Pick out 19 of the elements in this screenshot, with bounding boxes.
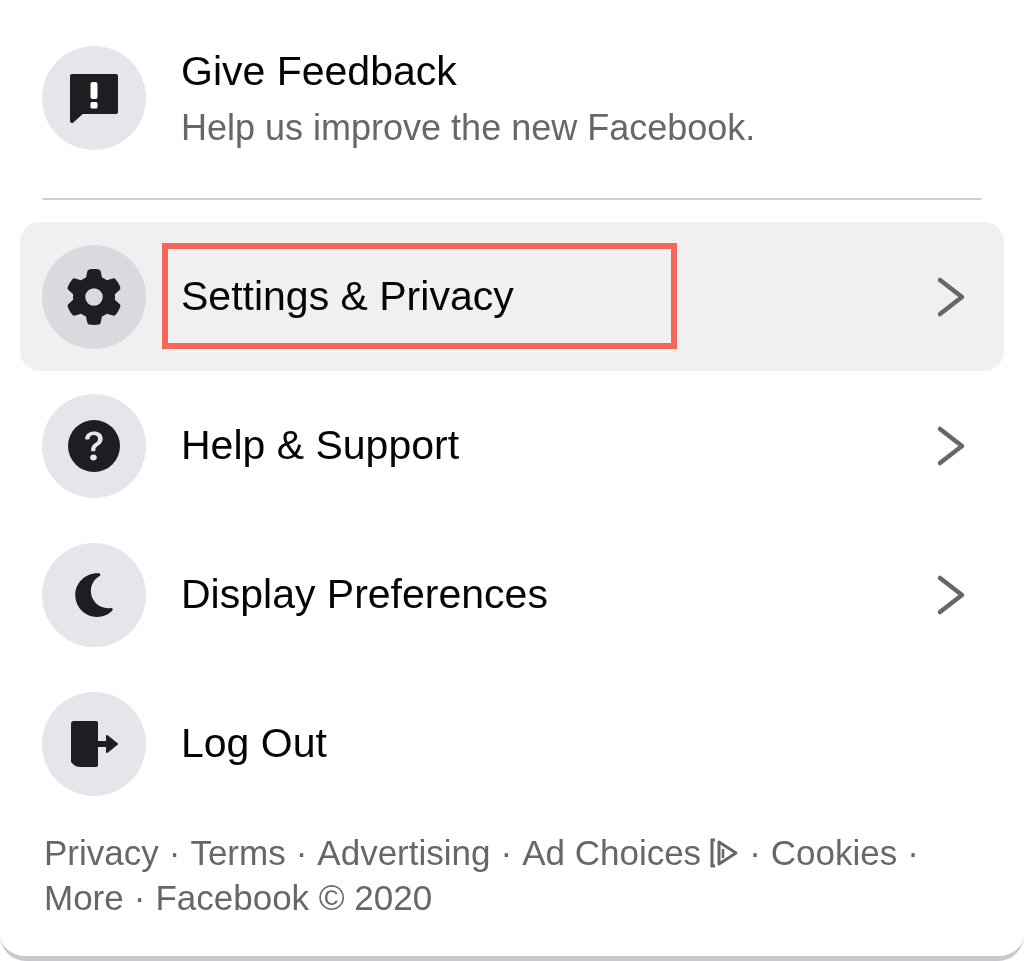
adchoices-icon xyxy=(709,836,740,869)
footer-link[interactable]: Cookies xyxy=(770,830,898,875)
adchoices-link[interactable]: Ad Choices xyxy=(522,830,740,875)
footer-link[interactable]: Privacy xyxy=(44,830,159,875)
menu-item[interactable]: Settings & Privacy xyxy=(20,222,1004,371)
feedback-item[interactable]: Give Feedback Help us improve the new Facebook. xyxy=(20,23,1004,172)
footer-link[interactable]: More xyxy=(44,875,124,920)
footer-link[interactable]: Terms xyxy=(190,830,286,875)
separator: · xyxy=(907,832,919,874)
menu-item[interactable]: Display Preferences xyxy=(20,520,1004,669)
separator: · xyxy=(749,832,761,874)
menu-item[interactable]: Log Out xyxy=(20,669,1004,818)
separator: · xyxy=(168,832,181,874)
copyright-text: Facebook © 2020 xyxy=(155,877,433,919)
separator: · xyxy=(295,832,308,874)
menu-item[interactable]: Help & Support xyxy=(20,371,1004,520)
separator: · xyxy=(500,832,513,874)
separator: · xyxy=(133,877,146,919)
footer-link[interactable]: Advertising xyxy=(317,830,491,875)
